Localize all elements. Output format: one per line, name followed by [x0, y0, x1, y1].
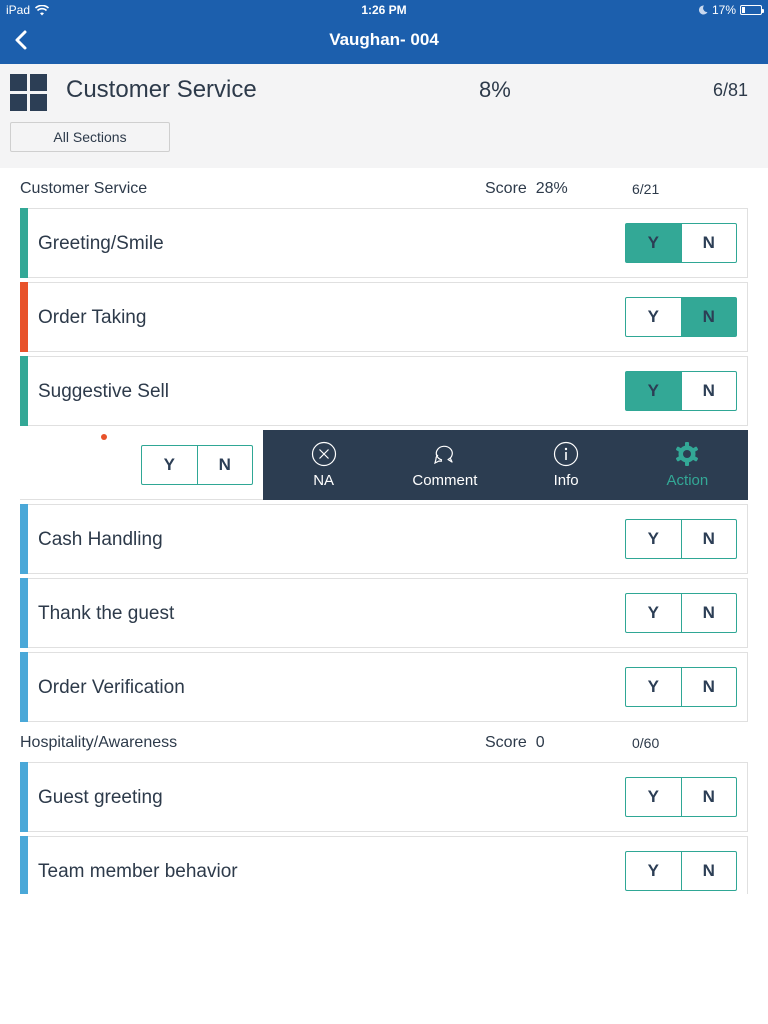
- no-button[interactable]: N: [682, 778, 737, 816]
- status-bar-teal: [20, 356, 28, 426]
- comment-action[interactable]: Comment: [384, 430, 505, 500]
- action-label: Action: [666, 472, 709, 489]
- status-bar: iPad 1:26 PM 17%: [0, 0, 768, 20]
- list-item[interactable]: Guest greeting Y N: [20, 762, 748, 832]
- item-label: Order Taking: [38, 307, 147, 328]
- yes-no-toggle[interactable]: Y N: [625, 297, 737, 337]
- no-button[interactable]: N: [682, 852, 737, 890]
- yes-button[interactable]: Y: [142, 446, 198, 484]
- list-item[interactable]: Order Verification Y N: [20, 652, 748, 722]
- no-button[interactable]: N: [682, 594, 737, 632]
- no-button[interactable]: N: [681, 298, 736, 336]
- yes-no-toggle[interactable]: Y N: [625, 593, 737, 633]
- swipe-actions: NA Comment Info Action: [263, 430, 748, 500]
- yes-no-toggle[interactable]: Y N: [625, 371, 737, 411]
- no-button[interactable]: N: [198, 446, 253, 484]
- yes-button[interactable]: Y: [626, 520, 682, 558]
- page-title: Vaughan- 004: [329, 30, 439, 49]
- action-label: Info: [553, 472, 579, 489]
- status-bar-blue: [20, 652, 28, 722]
- gear-icon: [676, 442, 699, 466]
- section-name: Customer Service: [20, 180, 148, 197]
- list-item[interactable]: Order Taking Y N: [20, 282, 748, 352]
- no-button[interactable]: N: [682, 668, 737, 706]
- item-label: Guest greeting: [38, 787, 163, 808]
- item-label: Greeting/Smile: [38, 233, 164, 254]
- item-label: Team member behavior: [38, 861, 238, 882]
- clock: 1:26 PM: [361, 3, 407, 17]
- header-title: Customer Service: [66, 76, 257, 103]
- item-label: Cash Handling: [38, 529, 163, 550]
- section-heading: Hospitality/Awareness Score 0 0/60: [20, 724, 748, 760]
- list-item[interactable]: Greeting/Smile Y N: [20, 208, 748, 278]
- no-button[interactable]: N: [682, 372, 737, 410]
- section-fraction: 0/60: [632, 735, 660, 751]
- overall-count: 6/81: [712, 80, 748, 100]
- yes-button[interactable]: Y: [626, 298, 682, 336]
- info-action[interactable]: Info: [506, 430, 627, 500]
- section-fraction: 6/21: [632, 181, 660, 197]
- yes-button[interactable]: Y: [626, 594, 682, 632]
- action-label: NA: [313, 472, 335, 489]
- status-bar-orange: [20, 282, 28, 352]
- battery-percent: 17%: [711, 3, 736, 17]
- overall-percent: 8%: [479, 77, 511, 102]
- item-label: Suggestive Sell: [38, 381, 169, 402]
- yes-button[interactable]: Y: [626, 668, 682, 706]
- no-button[interactable]: N: [682, 224, 737, 262]
- comment-bubbles-icon: [433, 445, 453, 465]
- list-item[interactable]: Suggestive Sell Y N: [20, 356, 748, 426]
- close-circle-icon: [311, 441, 336, 467]
- moon-icon: [698, 5, 708, 15]
- section-header: Customer Service 8% 6/81 All Sections: [0, 64, 768, 168]
- section-heading: Customer Service Score 28% 6/21: [20, 170, 748, 206]
- yes-no-toggle[interactable]: Y N: [625, 667, 737, 707]
- yes-button[interactable]: Y: [626, 224, 682, 262]
- action-label: Comment: [412, 472, 478, 489]
- section-score: Score 28%: [485, 180, 568, 198]
- swiped-list-item[interactable]: Y N NA Comment Info Action: [20, 430, 748, 500]
- battery-icon: [740, 5, 764, 15]
- no-button[interactable]: N: [682, 520, 737, 558]
- item-label: Thank the guest: [38, 603, 175, 624]
- empty-area: [0, 894, 768, 1024]
- na-action[interactable]: NA: [263, 430, 384, 500]
- list-item[interactable]: Thank the guest Y N: [20, 578, 748, 648]
- score-value: 0: [535, 734, 545, 751]
- list-item[interactable]: Cash Handling Y N: [20, 504, 748, 574]
- score-value: 28%: [535, 180, 568, 197]
- yes-button[interactable]: Y: [626, 372, 682, 410]
- yes-no-toggle[interactable]: Y N: [141, 445, 253, 485]
- score-label: Score: [485, 734, 527, 751]
- top-bar: iPad 1:26 PM 17% Vaughan- 004: [0, 0, 768, 64]
- section-score: Score 0: [485, 734, 545, 752]
- yes-no-toggle[interactable]: Y N: [625, 777, 737, 817]
- status-bar-blue: [20, 762, 28, 832]
- flag-dot: [101, 434, 107, 440]
- yes-no-toggle[interactable]: Y N: [625, 223, 737, 263]
- grid-icon[interactable]: [10, 74, 47, 111]
- item-label: Order Verification: [38, 677, 185, 698]
- yes-no-toggle[interactable]: Y N: [625, 519, 737, 559]
- status-bar-blue: [20, 578, 28, 648]
- all-sections-button[interactable]: All Sections: [10, 122, 170, 152]
- info-circle-icon: [554, 441, 579, 467]
- status-bar-blue: [20, 504, 28, 574]
- section-name: Hospitality/Awareness: [20, 734, 178, 751]
- score-label: Score: [485, 180, 527, 197]
- action-action[interactable]: Action: [627, 430, 748, 500]
- yes-button[interactable]: Y: [626, 778, 682, 816]
- status-bar-teal: [20, 208, 28, 278]
- yes-no-toggle[interactable]: Y N: [625, 851, 737, 891]
- yes-button[interactable]: Y: [626, 852, 682, 890]
